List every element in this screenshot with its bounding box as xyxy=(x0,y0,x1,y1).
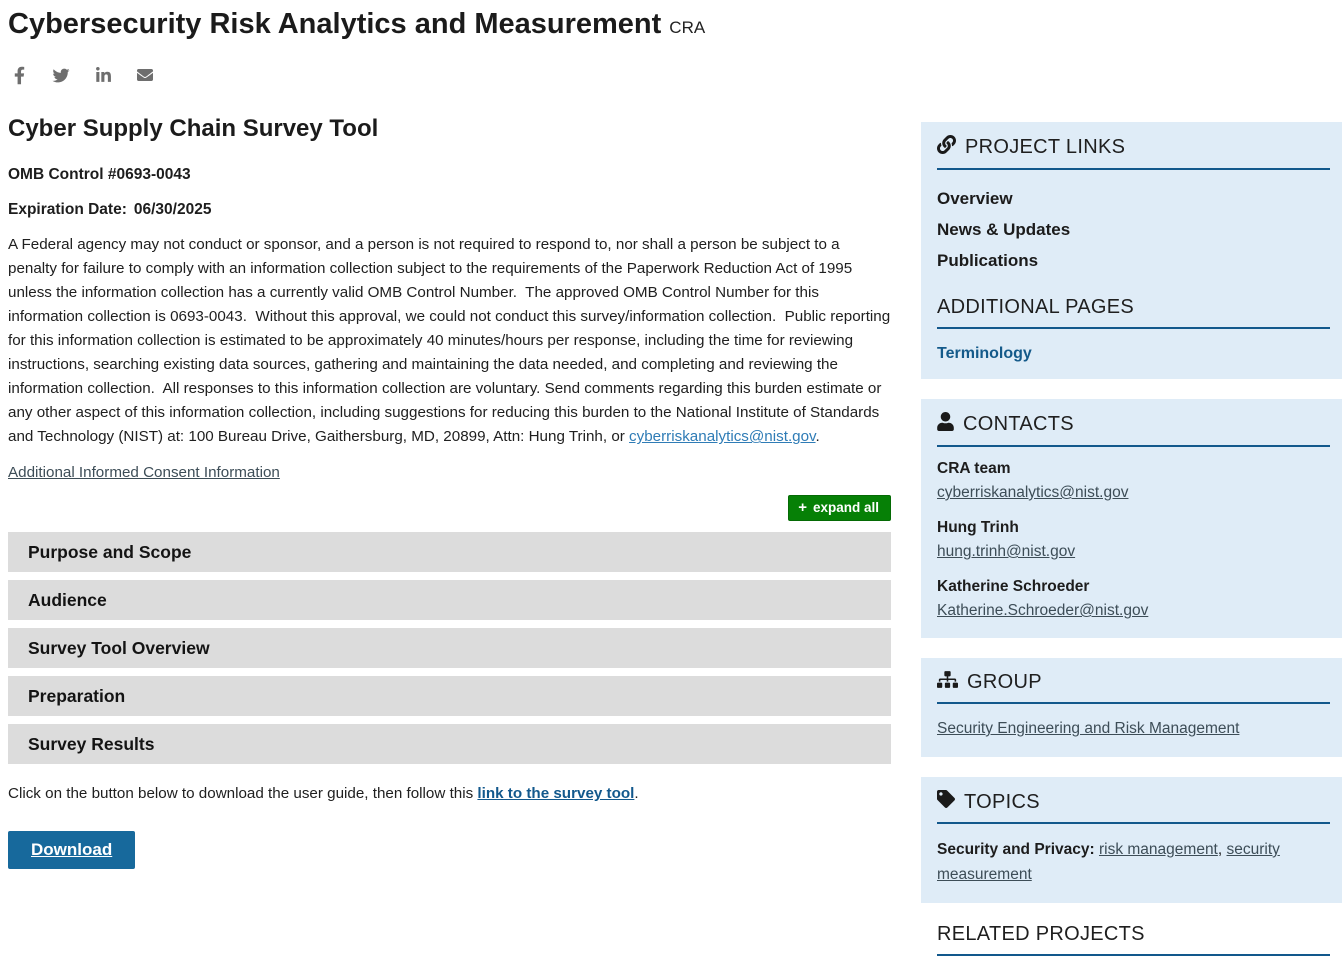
download-button[interactable]: Download xyxy=(8,831,135,869)
project-links-title: PROJECT LINKS xyxy=(965,136,1125,159)
sidebar-item-publications[interactable]: Publications xyxy=(937,245,1330,276)
paragraph-text: A Federal agency may not conduct or spon… xyxy=(8,236,894,445)
contact-email-link[interactable]: hung.trinh@nist.gov xyxy=(937,543,1075,560)
linkedin-icon[interactable] xyxy=(92,65,114,85)
expand-all-button[interactable]: + expand all xyxy=(788,495,891,521)
expiration-value: 06/30/2025 xyxy=(134,201,212,218)
topics-category: Security and Privacy: xyxy=(937,841,1095,858)
contact-katherine-schroeder: Katherine Schroeder Katherine.Schroeder@… xyxy=(937,578,1330,620)
sidebar-item-terminology[interactable]: Terminology xyxy=(937,345,1032,363)
accordion-survey-results[interactable]: Survey Results xyxy=(8,724,891,764)
site-acronym: CRA xyxy=(669,18,705,37)
instruction-text-end: . xyxy=(634,785,638,802)
accordion-list: Purpose and Scope Audience Survey Tool O… xyxy=(8,532,891,764)
page-title: Cyber Supply Chain Survey Tool xyxy=(8,115,891,144)
additional-pages-title: ADDITIONAL PAGES xyxy=(937,296,1134,319)
group-link[interactable]: Security Engineering and Risk Management xyxy=(937,720,1239,737)
topics-line: Security and Privacy: risk management, s… xyxy=(937,837,1330,887)
sidebar-item-news-updates[interactable]: News & Updates xyxy=(937,214,1330,245)
paperwork-reduction-paragraph: A Federal agency may not conduct or spon… xyxy=(8,233,891,449)
accordion-preparation[interactable]: Preparation xyxy=(8,676,891,716)
project-links-header: PROJECT LINKS xyxy=(937,135,1330,170)
contacts-title: CONTACTS xyxy=(963,413,1074,436)
group-box: GROUP Security Engineering and Risk Mana… xyxy=(921,658,1342,757)
sidebar-item-overview[interactable]: Overview xyxy=(937,183,1330,214)
plus-icon: + xyxy=(798,500,807,515)
topic-link-risk-management[interactable]: risk management xyxy=(1099,841,1218,858)
accordion-purpose-and-scope[interactable]: Purpose and Scope xyxy=(8,532,891,572)
topics-header: TOPICS xyxy=(937,790,1330,824)
sitemap-icon xyxy=(937,671,958,694)
contact-name: Hung Trinh xyxy=(937,519,1330,537)
contact-email-link[interactable]: cyberriskanalytics@nist.gov xyxy=(937,484,1128,501)
contact-name: CRA team xyxy=(937,460,1330,478)
survey-tool-link[interactable]: link to the survey tool xyxy=(477,785,634,802)
accordion-audience[interactable]: Audience xyxy=(8,580,891,620)
contact-cra-team: CRA team cyberriskanalytics@nist.gov xyxy=(937,460,1330,502)
accordion-survey-tool-overview[interactable]: Survey Tool Overview xyxy=(8,628,891,668)
related-projects-box: RELATED PROJECTS xyxy=(921,923,1342,956)
contact-name: Katherine Schroeder xyxy=(937,578,1330,596)
consent-row: Additional Informed Consent Information xyxy=(8,464,891,481)
project-links-box: PROJECT LINKS Overview News & Updates Pu… xyxy=(921,122,1342,379)
contacts-header: CONTACTS xyxy=(937,412,1330,447)
related-projects-header: RELATED PROJECTS xyxy=(937,923,1330,956)
link-icon xyxy=(937,135,956,160)
tag-icon xyxy=(937,790,955,814)
site-title: Cybersecurity Risk Analytics and Measure… xyxy=(8,8,891,41)
site-title-text: Cybersecurity Risk Analytics and Measure… xyxy=(8,8,661,40)
expiration-date-line: Expiration Date: 06/30/2025 xyxy=(8,201,891,219)
main-column: Cybersecurity Risk Analytics and Measure… xyxy=(8,8,891,869)
person-icon xyxy=(937,412,954,437)
related-projects-title: RELATED PROJECTS xyxy=(937,923,1145,946)
contact-email-link[interactable]: Katherine.Schroeder@nist.gov xyxy=(937,602,1148,619)
omb-control: OMB Control #0693-0043 xyxy=(8,166,891,184)
expand-all-row: + expand all xyxy=(8,495,891,521)
facebook-icon[interactable] xyxy=(8,65,30,85)
topics-title: TOPICS xyxy=(964,791,1040,814)
group-title: GROUP xyxy=(967,671,1042,694)
download-instruction: Click on the button below to download th… xyxy=(8,785,891,802)
email-icon[interactable] xyxy=(134,65,156,85)
instruction-text: Click on the button below to download th… xyxy=(8,785,477,802)
paragraph-email-link[interactable]: cyberriskanalytics@nist.gov xyxy=(629,428,815,445)
social-share-row xyxy=(8,65,891,85)
paragraph-text-end: . xyxy=(816,428,820,445)
topics-box: TOPICS Security and Privacy: risk manage… xyxy=(921,777,1342,903)
informed-consent-link[interactable]: Additional Informed Consent Information xyxy=(8,464,280,481)
contact-hung-trinh: Hung Trinh hung.trinh@nist.gov xyxy=(937,519,1330,561)
additional-pages-header: ADDITIONAL PAGES xyxy=(937,296,1330,329)
twitter-icon[interactable] xyxy=(50,65,72,85)
contacts-box: CONTACTS CRA team cyberriskanalytics@nis… xyxy=(921,399,1342,638)
sidebar: PROJECT LINKS Overview News & Updates Pu… xyxy=(921,122,1342,956)
group-header: GROUP xyxy=(937,671,1330,704)
expand-all-label: expand all xyxy=(813,501,879,515)
expiration-label: Expiration Date: xyxy=(8,201,127,218)
topics-separator: , xyxy=(1218,841,1227,858)
